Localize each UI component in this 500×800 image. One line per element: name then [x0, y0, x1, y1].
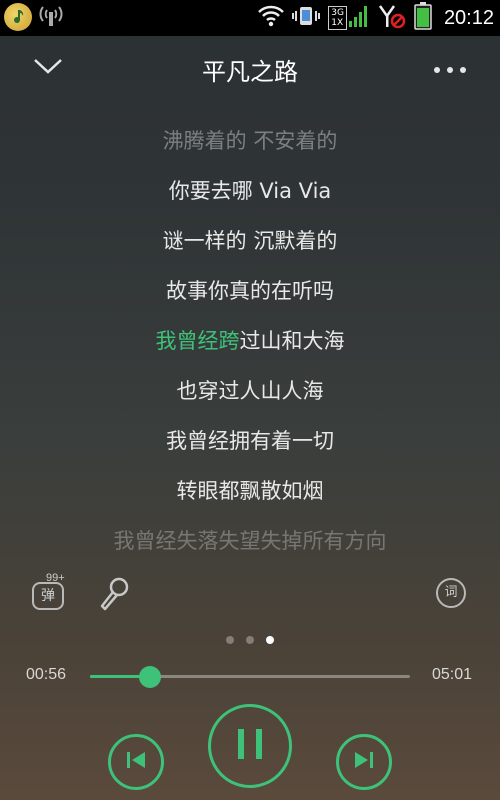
- danmu-button[interactable]: 弹 99+: [30, 572, 70, 614]
- network-type-top: 3G: [331, 8, 344, 18]
- music-app-icon: [4, 3, 32, 31]
- next-track-icon: [353, 750, 375, 774]
- sung-lyric-part: 我曾经跨: [155, 329, 240, 353]
- page-indicator: [0, 636, 500, 648]
- total-time: 05:01: [431, 666, 472, 683]
- karaoke-mic-button[interactable]: [96, 576, 136, 616]
- lyric-line: 转眼都飘散如烟: [176, 479, 324, 503]
- vibrate-mode-icon: [292, 5, 321, 31]
- next-track-button[interactable]: [336, 734, 392, 790]
- signal-bars-icon: [348, 4, 370, 32]
- status-clock: 20:12: [443, 6, 494, 29]
- current-lyric-line: 我曾经跨过山和大海: [0, 316, 500, 366]
- lyric-line: 谜一样的 沉默着的: [162, 229, 338, 253]
- lyrics-panel[interactable]: 沸腾着的 不安着的 你要去哪 Via Via 谜一样的 沉默着的 故事你真的在听…: [0, 116, 500, 566]
- microphone-icon: [96, 577, 132, 616]
- seek-bar[interactable]: [90, 666, 410, 688]
- elapsed-time: 00:56: [26, 666, 67, 683]
- unsung-lyric-part: 过山和大海: [239, 329, 345, 353]
- lyrics-settings-button[interactable]: 词: [436, 578, 466, 608]
- more-dots-icon: [433, 59, 467, 78]
- battery-icon: [414, 2, 432, 34]
- danmu-count-badge: 99+: [46, 572, 65, 584]
- seek-bar-thumb[interactable]: [138, 666, 161, 688]
- no-sim-blocked-icon: [378, 3, 406, 33]
- lyric-line: 沸腾着的 不安着的: [162, 129, 338, 153]
- progress-row: 00:56 05:01: [0, 660, 500, 692]
- status-bar: 3G 1X 20:12: [0, 0, 500, 36]
- play-pause-button[interactable]: [208, 704, 292, 788]
- player-header: 平凡之路: [0, 36, 500, 100]
- song-title: 平凡之路: [202, 58, 298, 86]
- page-dot[interactable]: [246, 636, 254, 644]
- page-dot[interactable]: [226, 636, 234, 644]
- playback-controls: [0, 704, 500, 800]
- lyric-line: 你要去哪 Via Via: [168, 179, 332, 203]
- pause-icon: [235, 727, 265, 765]
- previous-track-icon: [125, 750, 147, 774]
- wireless-sync-icon: [38, 3, 64, 31]
- previous-track-button[interactable]: [108, 734, 164, 790]
- wifi-icon: [258, 5, 285, 31]
- lyric-line: 也穿过人山人海: [176, 379, 324, 403]
- danmu-bubble-icon: 弹: [32, 582, 64, 610]
- page-dot-active[interactable]: [266, 636, 274, 644]
- network-type-bottom: 1X: [331, 18, 344, 28]
- lyric-line: 我曾经拥有着一切: [166, 429, 334, 453]
- tool-row: 弹 99+ 词: [0, 570, 500, 620]
- mobile-signal-indicator: 3G 1X: [328, 4, 370, 32]
- more-options-button[interactable]: [428, 52, 472, 84]
- lyric-line: 故事你真的在听吗: [166, 279, 334, 303]
- lyric-line: 我曾经失落失望失掉所有方向: [113, 529, 387, 553]
